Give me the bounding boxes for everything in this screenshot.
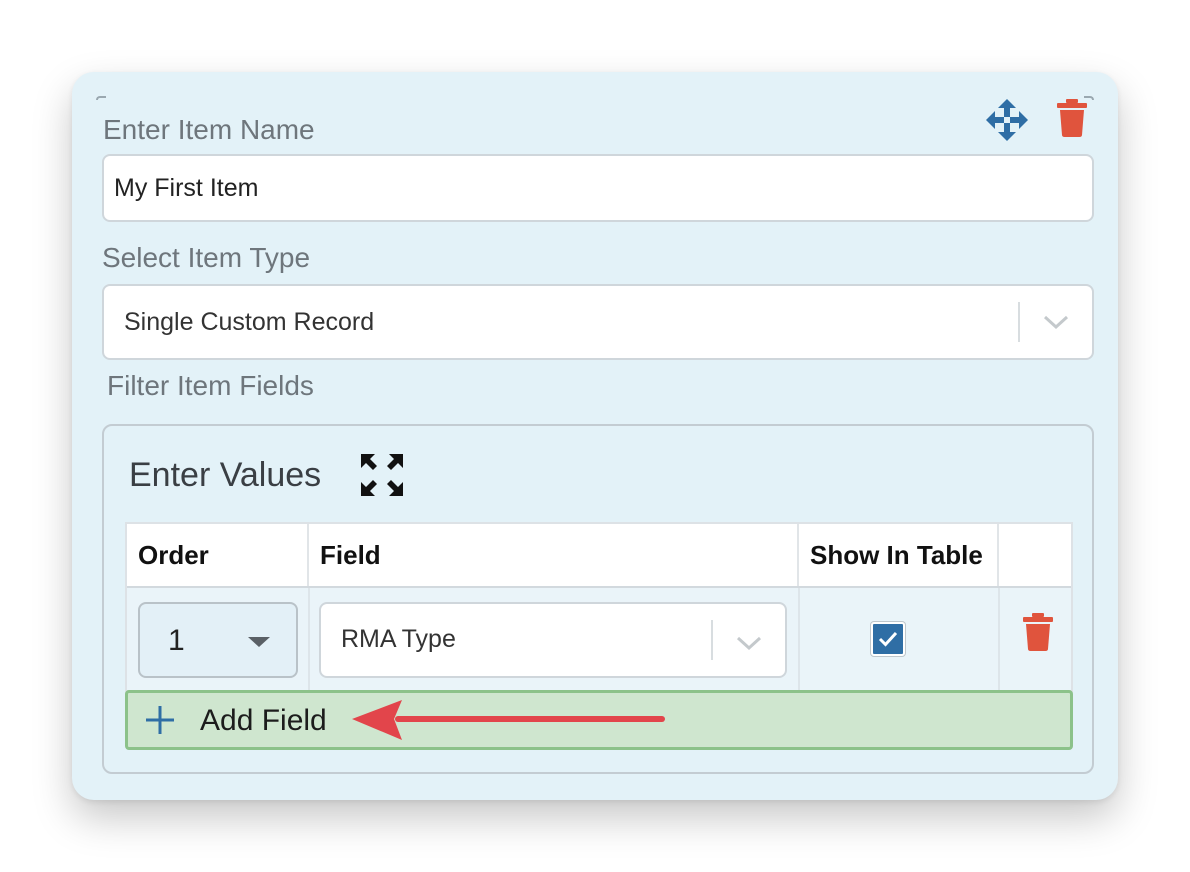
select-separator [711, 620, 713, 660]
order-select[interactable]: 1 [138, 602, 298, 678]
show-in-table-checkbox[interactable] [871, 622, 905, 656]
order-value: 1 [168, 624, 185, 657]
checkmark-icon [878, 631, 898, 647]
item-type-label: Select Item Type [102, 242, 311, 273]
filter-fields-label: Filter Item Fields [107, 370, 314, 401]
field-select[interactable]: RMA Type [319, 602, 787, 678]
move-arrows-icon[interactable] [985, 98, 1029, 142]
expand-icon[interactable] [359, 452, 405, 498]
values-title: Enter Values [129, 456, 322, 494]
cell-divider [798, 588, 800, 692]
item-type-value: Single Custom Record [124, 308, 375, 336]
item-card: Enter Item Name Select Item Type Single … [72, 72, 1118, 800]
item-name-label: Enter Item Name [103, 114, 315, 145]
add-field-button[interactable]: Add Field [125, 690, 1073, 750]
table-row: 1 RMA Type [127, 586, 1071, 692]
trash-icon[interactable] [1057, 99, 1087, 137]
select-separator [1018, 302, 1020, 342]
corner-mark-left [96, 96, 106, 100]
cell-divider [998, 588, 1000, 692]
column-header-actions [999, 524, 1071, 586]
column-header-show-in-table: Show In Table [799, 524, 999, 586]
column-header-order: Order [127, 524, 309, 586]
column-header-field: Field [309, 524, 799, 586]
add-field-label: Add Field [200, 704, 327, 737]
caret-down-icon [248, 637, 270, 647]
values-panel: Enter Values Order Field Show In Table 1 [102, 424, 1094, 774]
fields-table: Order Field Show In Table 1 RMA Type [125, 522, 1073, 692]
item-name-input[interactable] [102, 154, 1094, 222]
cell-divider [308, 588, 310, 692]
chevron-down-icon[interactable] [1042, 310, 1070, 334]
field-value: RMA Type [341, 625, 456, 653]
row-trash-icon[interactable] [1023, 613, 1053, 651]
plus-icon [146, 706, 174, 734]
chevron-down-icon[interactable] [735, 631, 763, 655]
item-type-select[interactable]: Single Custom Record [102, 284, 1094, 360]
